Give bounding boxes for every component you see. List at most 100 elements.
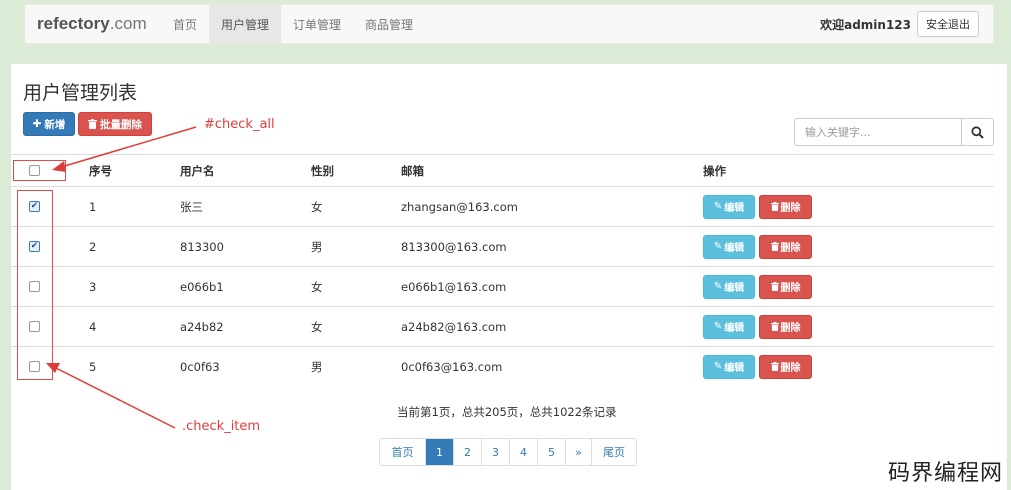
search-box: 输入关键字... [794, 118, 994, 146]
delete-label: 删除 [780, 283, 801, 294]
brand-domain: .com [109, 14, 147, 33]
cell-sex: 女 [311, 199, 323, 214]
cell-email: e066b1@163.com [401, 279, 507, 294]
delete-button[interactable]: 删除 [759, 274, 812, 299]
nav-item-home[interactable]: 首页 [161, 5, 209, 43]
edit-button[interactable]: ✎ 编辑 [703, 354, 755, 379]
brand-name: refectory [37, 14, 110, 33]
cell-name: 张三 [180, 199, 203, 214]
cell-sex: 男 [311, 359, 323, 374]
navbar-right: 欢迎admin123 安全退出 [820, 5, 993, 43]
edit-button[interactable]: ✎ 编辑 [703, 194, 755, 219]
cell-name: e066b1 [180, 279, 224, 294]
add-user-button[interactable]: ✚ 新增 [23, 112, 75, 136]
header-name: 用户名 [180, 163, 215, 178]
pager-info: 当前第1页，总共205页，总共1022条记录 [397, 405, 617, 419]
plus-icon: ✚ [32, 118, 42, 130]
table-row: 3 e066b1 女 e066b1@163.com ✎ 编辑 删除 [11, 266, 994, 306]
page-number[interactable]: 4 [509, 439, 537, 465]
trash-icon [770, 362, 779, 371]
edit-button[interactable]: ✎ 编辑 [703, 274, 755, 299]
header-email: 邮箱 [401, 163, 424, 178]
page-number[interactable]: 1 [425, 439, 453, 465]
pencil-icon: ✎ [713, 321, 723, 332]
cell-ops: ✎ 编辑 删除 [703, 314, 812, 339]
cell-email: 813300@163.com [401, 239, 507, 254]
edit-label: 编辑 [724, 243, 745, 254]
add-user-label: 新增 [44, 118, 66, 131]
nav-item-orders[interactable]: 订单管理 [281, 5, 353, 43]
delete-button[interactable]: 删除 [759, 314, 812, 339]
cell-no: 1 [89, 199, 97, 214]
trash-icon [770, 322, 779, 331]
trash-icon [88, 119, 97, 129]
batch-delete-label: 批量删除 [100, 118, 142, 131]
cell-no: 2 [89, 239, 97, 254]
page-first[interactable]: 首页 [380, 439, 425, 465]
cell-name: a24b82 [180, 319, 224, 334]
cell-email: zhangsan@163.com [401, 199, 518, 214]
cell-no: 4 [89, 319, 97, 334]
page-next[interactable]: » [565, 439, 591, 465]
cell-ops: ✎ 编辑 删除 [703, 354, 812, 379]
header-no: 序号 [89, 163, 112, 178]
edit-label: 编辑 [724, 283, 745, 294]
table-header: 序号 用户名 性别 邮箱 操作 [11, 154, 994, 186]
delete-label: 删除 [780, 243, 801, 254]
pencil-icon: ✎ [713, 361, 723, 372]
cell-sex: 男 [311, 239, 323, 254]
watermark: 码界编程网 [887, 461, 1003, 486]
pagination: 首页 1 2 3 4 5 » 尾页 [379, 438, 637, 466]
user-table: 序号 用户名 性别 邮箱 操作 ✔ 1 张三女 zhangsan@163.com ✎ 编辑… [11, 154, 994, 386]
delete-button[interactable]: 删除 [759, 354, 812, 379]
edit-label: 编辑 [724, 323, 745, 334]
cell-name: 813300 [180, 239, 224, 254]
cell-sex: 女 [311, 319, 323, 334]
header-ops: 操作 [703, 163, 726, 178]
table-row: 5 0c0f63 男 0c0f63@163.com ✎ 编辑 删除 [11, 346, 994, 386]
welcome-text: 欢迎admin123 [820, 17, 911, 32]
cell-no: 3 [89, 279, 97, 294]
table-row: 4 a24b82 女 a24b82@163.com ✎ 编辑 删除 [11, 306, 994, 346]
cell-ops: ✎ 编辑 删除 [703, 194, 812, 219]
cell-email: a24b82@163.com [401, 319, 507, 334]
nav-item-products[interactable]: 商品管理 [353, 5, 425, 43]
edit-label: 编辑 [724, 363, 745, 374]
logout-button[interactable]: 安全退出 [917, 11, 979, 37]
table-row: ✔ 1 张三女 zhangsan@163.com ✎ 编辑 删除 [11, 186, 994, 226]
check-item-highlight-box [17, 190, 53, 380]
delete-label: 删除 [780, 323, 801, 334]
cell-sex: 女 [311, 279, 323, 294]
edit-button[interactable]: ✎ 编辑 [703, 234, 755, 259]
page-last[interactable]: 尾页 [591, 439, 636, 465]
edit-label: 编辑 [724, 203, 745, 214]
search-button[interactable] [961, 118, 994, 146]
pencil-icon: ✎ [713, 201, 723, 212]
delete-label: 删除 [780, 363, 801, 374]
page-number[interactable]: 3 [481, 439, 509, 465]
nav-item-users[interactable]: 用户管理 [209, 5, 282, 43]
delete-label: 删除 [780, 203, 801, 214]
edit-button[interactable]: ✎ 编辑 [703, 314, 755, 339]
batch-delete-button[interactable]: 批量删除 [78, 112, 152, 136]
header-sex: 性别 [311, 163, 334, 178]
cell-name: 0c0f63 [180, 359, 220, 374]
cell-ops: ✎ 编辑 删除 [703, 274, 812, 299]
delete-button[interactable]: 删除 [759, 234, 812, 259]
check-item-annotation: .check_item [182, 419, 261, 434]
search-icon [971, 125, 984, 139]
pencil-icon: ✎ [713, 281, 723, 292]
search-input[interactable]: 输入关键字... [794, 118, 961, 146]
pencil-icon: ✎ [713, 241, 723, 252]
page-number[interactable]: 5 [537, 439, 565, 465]
page-number[interactable]: 2 [453, 439, 481, 465]
cell-no: 5 [89, 359, 97, 374]
cell-ops: ✎ 编辑 删除 [703, 234, 812, 259]
cell-email: 0c0f63@163.com [401, 359, 503, 374]
main-panel: 用户管理列表 ✚ 新增 批量删除 输入关键字... 序号 用户名 性别 邮箱 操… [11, 64, 1007, 490]
brand-logo[interactable]: refectory .com [25, 5, 161, 43]
delete-button[interactable]: 删除 [759, 194, 812, 219]
check-all-highlight-box [13, 160, 66, 181]
page-title: 用户管理列表 [23, 82, 138, 104]
trash-icon [770, 202, 779, 211]
